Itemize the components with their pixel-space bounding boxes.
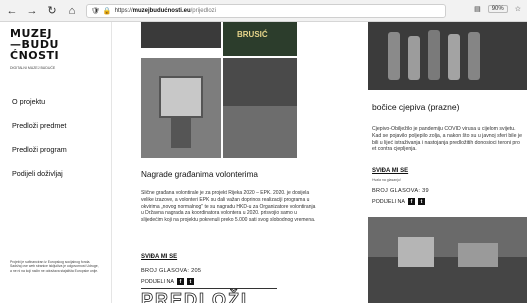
divider	[141, 288, 277, 289]
like-button[interactable]: SVIĐA MI SE	[141, 254, 177, 260]
card-image[interactable]	[368, 22, 527, 90]
nav-item-o-projektu[interactable]: O projektu	[12, 97, 67, 106]
nav-item-predlozi-predmet[interactable]: Predloži predmet	[12, 121, 67, 130]
card-description: Slične građana volontirale je za projekt…	[141, 190, 316, 224]
back-icon[interactable]: ←	[4, 3, 20, 19]
vote-count: BROJ GLASOVA: 205	[141, 268, 202, 274]
site-logo[interactable]: MUZEJ —BUDU ĆNOSTI	[10, 28, 59, 61]
twitter-icon[interactable]: t	[186, 278, 194, 285]
shield-icon: 🛡	[91, 8, 100, 15]
share-label: PODIJELI NA	[141, 278, 174, 285]
share-row: PODIJELI NA f t	[141, 278, 194, 285]
home-icon[interactable]: ⌂	[64, 3, 80, 19]
url-path: /prijedlozi	[190, 8, 216, 14]
facebook-icon[interactable]: f	[407, 198, 415, 205]
lock-icon: 🔒	[102, 8, 112, 15]
twitter-icon[interactable]: t	[417, 198, 425, 205]
facebook-icon[interactable]: f	[176, 278, 184, 285]
share-label: PODIJELI NA	[372, 198, 405, 205]
logo-subtitle: DIGITALNI MUZEJ BUDUĆE	[10, 66, 56, 70]
proposal-card: bočice cjepiva (prazne) Cjepivo-Obilježi…	[368, 22, 527, 303]
bookmark-star-icon[interactable]: ☆	[515, 5, 521, 13]
image-caption: BRUSIĆ	[237, 30, 268, 39]
nav-item-podijeli-dozivljaj[interactable]: Podijeli doživljaj	[12, 169, 67, 178]
forward-icon[interactable]: →	[24, 3, 40, 19]
card-description: Cjepivo-Obilježilo je pandemiju COVID vi…	[372, 126, 522, 153]
funding-note: Projekt je sufinanciran iz Europskog soc…	[10, 260, 99, 273]
url-domain: muzejbudućnosti.eu	[132, 8, 191, 14]
card-image[interactable]	[141, 58, 221, 158]
sidebar: MUZEJ —BUDU ĆNOSTI DIGITALNI MUZEJ BUDUĆ…	[0, 22, 112, 303]
like-button[interactable]: SVIĐA MI SE	[372, 168, 408, 174]
address-bar[interactable]: 🛡 🔒 https://muzejbudućnosti.eu/prijedloz…	[86, 4, 446, 18]
section-heading: PREDLOŽI	[141, 290, 249, 303]
reload-icon[interactable]: ↻	[44, 3, 60, 19]
card-image[interactable]	[141, 22, 221, 48]
zoom-level[interactable]: 90%	[487, 5, 508, 13]
main-nav: O projektu Predloži predmet Predloži pro…	[12, 97, 67, 193]
reader-icon[interactable]: ▤	[474, 5, 481, 13]
card-image[interactable]	[368, 217, 527, 303]
card-title[interactable]: bočice cjepiva (prazne)	[372, 102, 459, 112]
browser-toolbar: ← → ↻ ⌂ 🛡 🔒 https://muzejbudućnosti.eu/p…	[0, 0, 527, 22]
card-title[interactable]: Nagrade građanima volonterima	[141, 170, 258, 179]
vote-count: BROJ GLASOVA: 39	[372, 188, 429, 194]
proposal-card: BRUSIĆ Nagrade građanima volonterima Sli…	[141, 22, 349, 303]
card-image[interactable]: BRUSIĆ	[223, 22, 297, 56]
logo-line: ĆNOSTI	[10, 49, 60, 62]
share-row: PODIJELI NA f t	[372, 198, 425, 205]
vote-thanks: Hvala na glasanju!	[372, 178, 401, 182]
card-image[interactable]	[223, 58, 297, 158]
nav-item-predlozi-program[interactable]: Predloži program	[12, 145, 67, 154]
